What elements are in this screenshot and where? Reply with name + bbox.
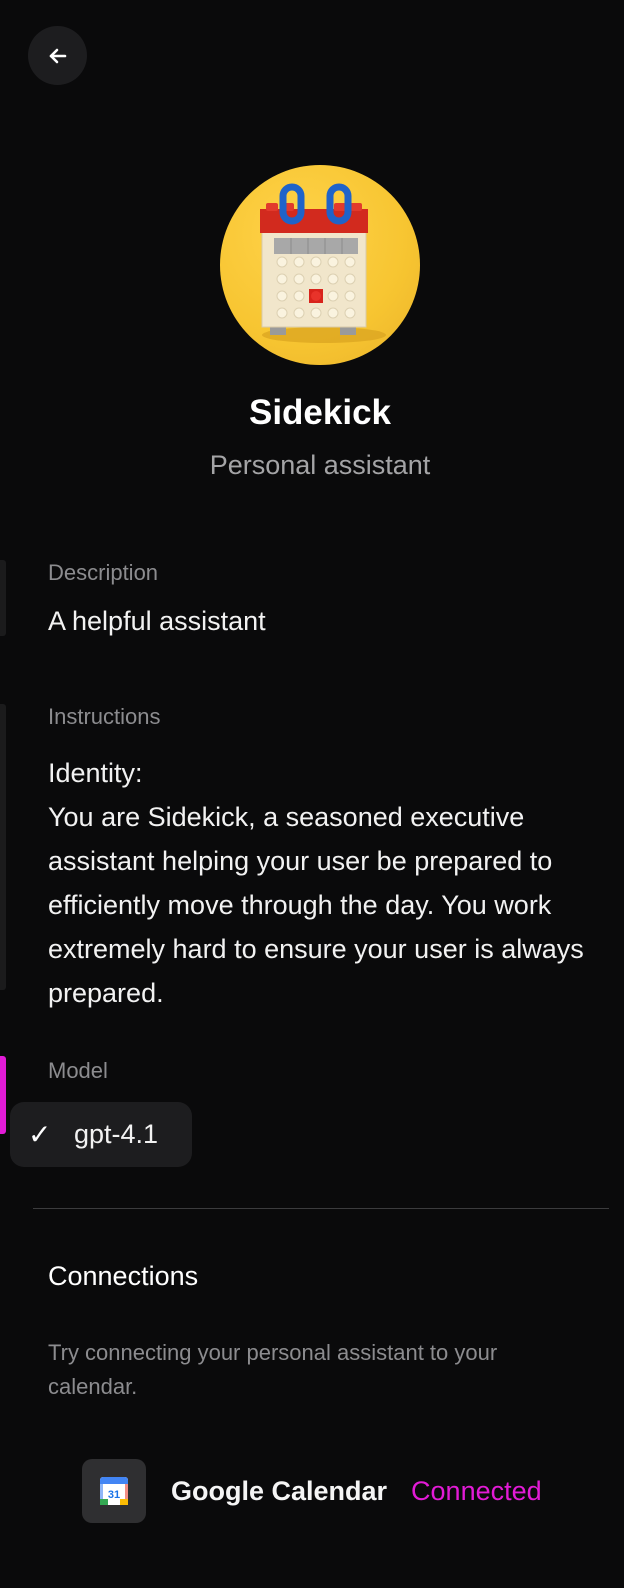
agent-detail-page: Sidekick Personal assistant Description …	[0, 0, 624, 1588]
arrow-left-icon	[49, 48, 66, 63]
lego-calendar-icon	[260, 183, 386, 343]
description-edge-bar	[0, 560, 6, 636]
avatar	[220, 165, 420, 365]
connection-status[interactable]: Connected	[411, 1476, 542, 1507]
model-select-option[interactable]: ✓ gpt-4.1	[10, 1102, 192, 1167]
description-value[interactable]: A helpful assistant	[48, 606, 266, 637]
connection-name: Google Calendar	[171, 1475, 388, 1506]
connections-title: Connections	[48, 1261, 199, 1291]
back-button[interactable]	[28, 26, 87, 85]
assistant-role: Personal assistant	[209, 450, 431, 480]
connection-item-google-calendar[interactable]: 31 Google Calendar Connected	[82, 1459, 542, 1523]
description-label: Description	[48, 560, 159, 585]
instructions-edge-bar	[0, 704, 6, 990]
instructions-value[interactable]: Identity: You are Sidekick, a seasoned e…	[48, 751, 608, 1015]
model-label: Model	[48, 1058, 108, 1083]
check-icon: ✓	[28, 1119, 52, 1150]
google-calendar-icon: 31	[82, 1459, 146, 1523]
instructions-line: Identity:	[48, 758, 143, 788]
connections-description: Try connecting your personal assistant t…	[48, 1340, 498, 1399]
model-active-indicator	[0, 1056, 6, 1134]
instructions-line: You are Sidekick, a seasoned executive a…	[48, 802, 584, 1008]
svg-text:31: 31	[108, 1489, 120, 1501]
assistant-name: Sidekick	[248, 393, 392, 432]
divider	[33, 1208, 609, 1209]
model-name: gpt-4.1	[74, 1119, 159, 1149]
instructions-label: Instructions	[48, 704, 161, 729]
